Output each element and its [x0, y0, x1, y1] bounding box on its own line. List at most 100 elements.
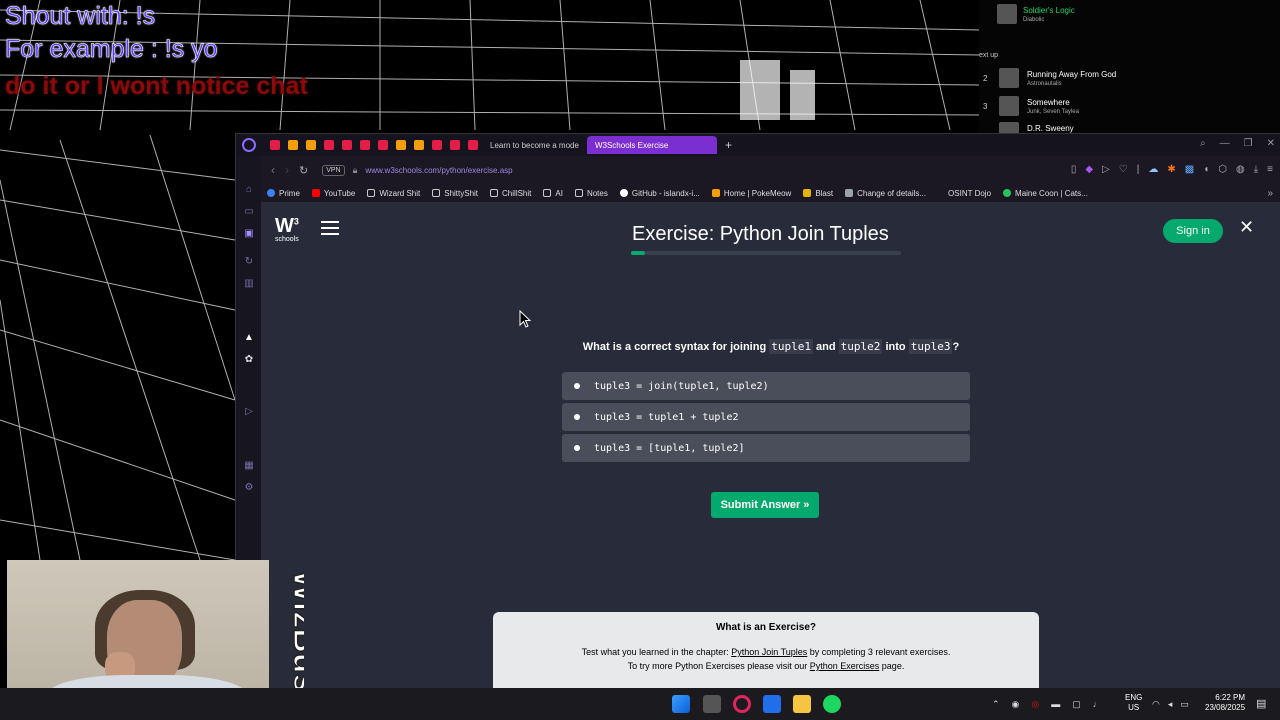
- aria-icon[interactable]: ▲: [243, 332, 255, 344]
- back-icon[interactable]: ‹: [271, 163, 275, 177]
- hamburger-menu-icon[interactable]: [321, 221, 339, 235]
- pinned-tab[interactable]: [306, 140, 316, 150]
- twitch-icon[interactable]: ▥: [243, 278, 255, 290]
- radio-icon[interactable]: [574, 414, 580, 420]
- chatgpt-icon[interactable]: ✿: [243, 354, 255, 366]
- queue-item[interactable]: 2 Running Away From God Astronautalis: [983, 68, 1116, 88]
- submit-answer-button[interactable]: Submit Answer »: [711, 492, 819, 518]
- pinned-tab[interactable]: [288, 140, 298, 150]
- menu-icon[interactable]: ≡: [1267, 164, 1273, 175]
- reload-icon[interactable]: ↻: [299, 164, 308, 177]
- close-window-icon[interactable]: ✕: [1267, 138, 1275, 149]
- bookmark-github[interactable]: GitHub - islandx-i...: [619, 189, 700, 198]
- sign-in-button[interactable]: Sign in: [1163, 219, 1223, 243]
- pinned-tab[interactable]: [360, 140, 370, 150]
- extension-icon[interactable]: ☁: [1148, 164, 1158, 175]
- bookmark-label: YouTube: [323, 188, 356, 198]
- battery-icon[interactable]: ▭: [1180, 699, 1189, 710]
- search-tabs-icon[interactable]: ⌕: [1200, 138, 1206, 149]
- whatis-text: To try more Python Exercises please visi…: [627, 661, 808, 671]
- shield-icon[interactable]: ◆: [1085, 164, 1093, 175]
- minimize-icon[interactable]: —: [1220, 138, 1230, 149]
- send-icon[interactable]: ▷: [243, 406, 255, 418]
- pinned-tab[interactable]: [324, 140, 334, 150]
- url-field[interactable]: www.w3schools.com/python/exercise.asp: [365, 166, 512, 175]
- bookmark-folder[interactable]: ShittyShit: [432, 189, 478, 198]
- volume-icon[interactable]: ◂: [1168, 699, 1173, 710]
- bookmark-maine-coon[interactable]: Maine Coon | Cats...: [1003, 189, 1088, 198]
- gamepad-icon[interactable]: ▭: [243, 206, 255, 218]
- tray-app-icon[interactable]: ▬: [1051, 699, 1060, 709]
- answer-option[interactable]: tuple3 = join(tuple1, tuple2): [562, 372, 970, 400]
- speaker-icon[interactable]: ◖: [1203, 164, 1209, 175]
- opera-logo-icon[interactable]: [242, 138, 256, 152]
- microphone-icon[interactable]: ♩: [1093, 699, 1102, 709]
- settings-icon[interactable]: ⚙: [243, 482, 255, 494]
- home-icon[interactable]: ⌂: [243, 184, 255, 196]
- bookmark-youtube[interactable]: YouTube: [311, 188, 356, 198]
- bookmark-icon[interactable]: ▯: [1071, 164, 1077, 175]
- bookmark-change-details[interactable]: Change of details...: [845, 189, 926, 198]
- vscode-icon[interactable]: [763, 695, 781, 713]
- bookmark-folder[interactable]: AI: [543, 189, 563, 198]
- download-icon[interactable]: ⤓: [1254, 164, 1258, 175]
- answer-option[interactable]: tuple3 = [tuple1, tuple2]: [562, 434, 970, 462]
- extension-icon[interactable]: ▩: [1185, 164, 1194, 175]
- new-tab-button[interactable]: +: [725, 138, 732, 152]
- notifications-icon[interactable]: ▤: [1256, 697, 1266, 710]
- bookmark-blast[interactable]: Blast: [803, 189, 833, 198]
- play-icon[interactable]: ▷: [1102, 164, 1110, 175]
- queue-item[interactable]: 3 Somewhere Junk, Seven Taylea: [983, 96, 1079, 116]
- discord-icon[interactable]: ◉: [1012, 699, 1020, 710]
- tab-learn[interactable]: Learn to become a mode: [482, 136, 587, 154]
- now-playing-title: Soldier's Logic: [1023, 5, 1075, 15]
- heart-icon[interactable]: ♡: [1119, 164, 1128, 175]
- pinned-tab[interactable]: [468, 140, 478, 150]
- history-icon[interactable]: ↻: [243, 256, 255, 268]
- pinned-tab[interactable]: [396, 140, 406, 150]
- file-explorer-icon[interactable]: [793, 695, 811, 713]
- w3schools-logo[interactable]: W3 schools: [275, 216, 299, 243]
- apps-icon[interactable]: ▦: [243, 460, 255, 472]
- avatar-icon[interactable]: ◍: [1236, 164, 1245, 175]
- puzzle-icon[interactable]: ⬡: [1218, 164, 1227, 175]
- pinned-tab[interactable]: [432, 140, 442, 150]
- bookmark-pokemeow[interactable]: Home | PokeMeow: [711, 189, 791, 198]
- clock[interactable]: 6:22 PM 23/08/2025: [1205, 693, 1245, 712]
- bookmark-folder[interactable]: Notes: [574, 189, 608, 198]
- player-icon[interactable]: ▣: [243, 228, 255, 240]
- tray-app-icon[interactable]: ▢: [1072, 699, 1081, 710]
- wifi-icon[interactable]: ◠: [1152, 699, 1160, 710]
- bookmark-folder[interactable]: ChillShit: [490, 189, 531, 198]
- forward-icon[interactable]: ›: [285, 163, 289, 177]
- python-exercises-link[interactable]: Python Exercises: [810, 661, 880, 671]
- lock-icon[interactable]: 🔒︎: [353, 165, 358, 176]
- opera-gx-icon[interactable]: [733, 695, 751, 713]
- close-icon[interactable]: ✕: [1239, 217, 1254, 238]
- chevron-up-icon[interactable]: ⌃: [992, 699, 1000, 710]
- pinned-tab[interactable]: [378, 140, 388, 150]
- radio-icon[interactable]: [574, 383, 580, 389]
- tab-w3schools-exercise[interactable]: W3Schools Exercise: [586, 136, 717, 154]
- pinned-tab[interactable]: [450, 140, 460, 150]
- radio-icon[interactable]: [574, 445, 580, 451]
- bookmark-folder[interactable]: Wizard Shit: [367, 189, 420, 198]
- python-join-tuples-link[interactable]: Python Join Tuples: [731, 647, 807, 657]
- spotify-icon[interactable]: [823, 695, 841, 713]
- pinned-tab[interactable]: [414, 140, 424, 150]
- windows-start-icon[interactable]: [672, 695, 690, 713]
- queue-item-number: 3: [983, 101, 988, 111]
- now-playing[interactable]: Soldier's Logic Diabolic: [997, 4, 1075, 24]
- maximize-icon[interactable]: ❐: [1244, 138, 1253, 149]
- tray-app-icon[interactable]: ◎: [1031, 699, 1039, 710]
- bookmark-prime[interactable]: Prime: [267, 189, 300, 198]
- extension-icon[interactable]: ✱: [1167, 164, 1175, 175]
- answer-option[interactable]: tuple3 = tuple1 + tuple2: [562, 403, 970, 431]
- pinned-tab[interactable]: [270, 140, 280, 150]
- more-bookmarks-icon[interactable]: »: [1267, 188, 1273, 199]
- pinned-tab[interactable]: [342, 140, 352, 150]
- calculator-icon[interactable]: [703, 695, 721, 713]
- bookmark-osint-dojo[interactable]: OSINT Dojo: [948, 189, 991, 198]
- vpn-badge[interactable]: VPN: [322, 164, 345, 176]
- language-indicator[interactable]: ENG US: [1125, 693, 1142, 712]
